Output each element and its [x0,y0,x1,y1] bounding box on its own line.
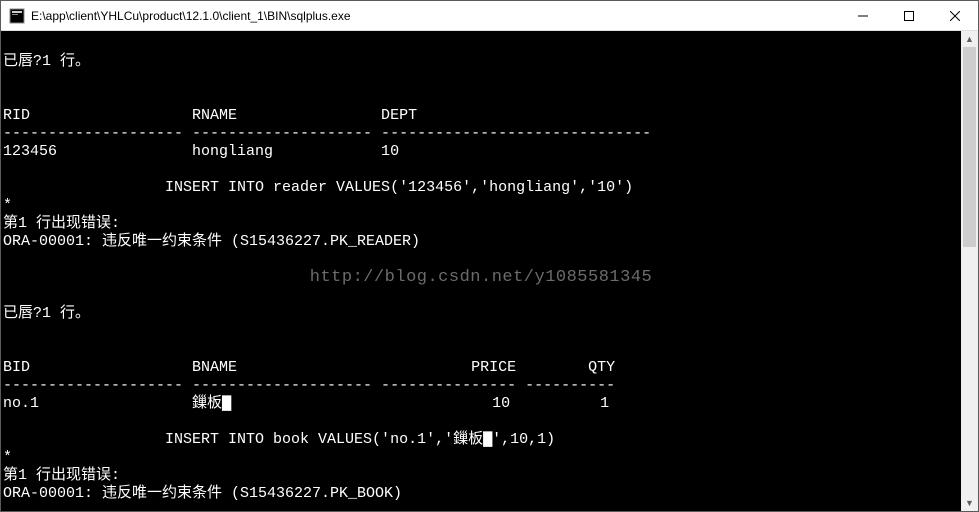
window-controls [840,1,978,30]
titlebar[interactable]: E:\app\client\YHLCu\product\12.1.0\clien… [1,1,978,31]
watermark-text: http://blog.csdn.net/y1085581345 [1,269,961,287]
app-icon [9,8,25,24]
maximize-button[interactable] [886,1,932,30]
close-button[interactable] [932,1,978,30]
console-output[interactable]: 已唇?1 行。 RID RNAME DEPT -----------------… [1,31,961,511]
minimize-button[interactable] [840,1,886,30]
vertical-scrollbar[interactable]: ▲ ▼ [961,31,978,511]
scroll-thumb[interactable] [963,47,976,247]
console-text: 已唇?1 行。 RID RNAME DEPT -----------------… [3,53,651,502]
scroll-down-arrow[interactable]: ▼ [961,495,978,511]
scroll-up-arrow[interactable]: ▲ [961,31,978,47]
console-area: 已唇?1 行。 RID RNAME DEPT -----------------… [1,31,978,511]
app-window: E:\app\client\YHLCu\product\12.1.0\clien… [0,0,979,512]
window-title: E:\app\client\YHLCu\product\12.1.0\clien… [31,9,840,23]
